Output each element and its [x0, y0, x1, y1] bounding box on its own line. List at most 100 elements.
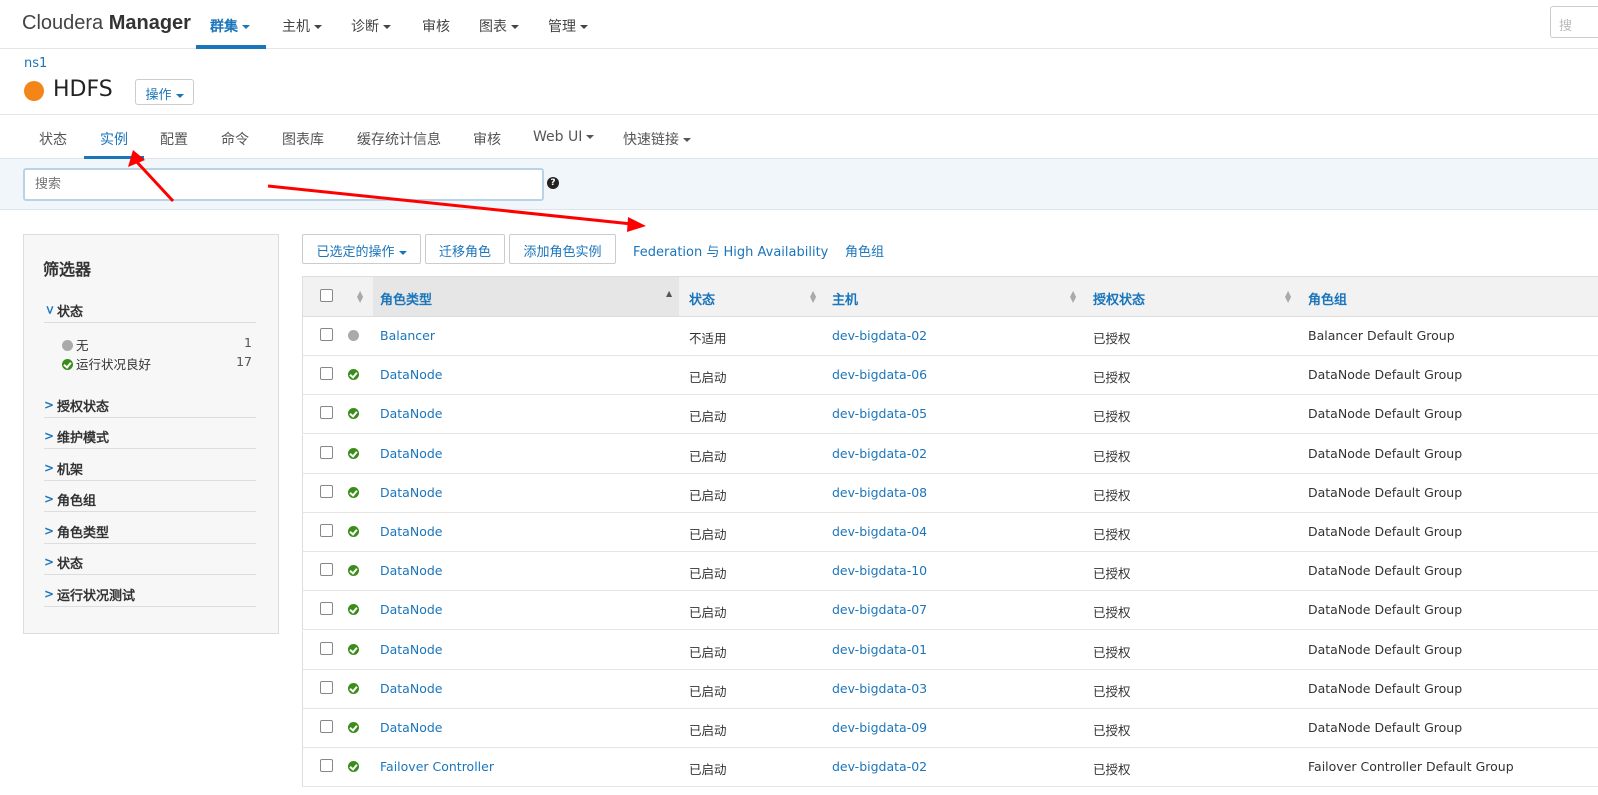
row-checkbox[interactable]	[320, 641, 333, 655]
help-icon[interactable]: ?	[547, 177, 559, 189]
role-type-link[interactable]: DataNode	[380, 406, 442, 421]
filter-section-label: 维护模式	[57, 431, 110, 446]
role-type-link[interactable]: DataNode	[380, 720, 442, 735]
row-checkbox[interactable]	[320, 563, 333, 577]
filter-section-maintenance[interactable]: > 维护模式	[44, 427, 256, 449]
row-checkbox[interactable]	[320, 445, 333, 459]
filter-section-status[interactable]: > 状态	[43, 301, 256, 323]
filter-option-good-health[interactable]: 运行状况良好 17	[62, 354, 252, 372]
host-link[interactable]: dev-bigdata-09	[832, 720, 927, 735]
tab-cache-stats[interactable]: 缓存统计信息	[357, 129, 441, 149]
role-type-link[interactable]: Failover Controller	[380, 759, 494, 774]
column-host[interactable]: 主机	[832, 289, 858, 308]
column-state[interactable]: 状态	[689, 289, 715, 308]
authority-state: 已授权	[1093, 409, 1131, 425]
role-type-link[interactable]: Balancer	[380, 328, 435, 343]
filter-section-authority[interactable]: > 授权状态	[44, 396, 256, 418]
filter-section-rack[interactable]: > 机架	[44, 459, 256, 481]
federation-ha-link[interactable]: Federation 与 High Availability	[633, 241, 828, 260]
row-checkbox[interactable]	[320, 524, 333, 537]
role-type-link[interactable]: DataNode	[380, 602, 442, 617]
filter-section-state[interactable]: > 状态	[44, 553, 256, 575]
nav-charts[interactable]: 图表	[479, 16, 519, 36]
role-state: 已启动	[689, 487, 727, 503]
role-type-link[interactable]: DataNode	[380, 681, 442, 696]
brand-logo[interactable]: Cloudera Manager	[22, 12, 191, 35]
filter-option-none[interactable]: 无 1	[62, 335, 252, 353]
nav-audits[interactable]: 审核	[422, 16, 450, 36]
role-type-link[interactable]: DataNode	[380, 563, 442, 578]
tab-configuration[interactable]: 配置	[160, 129, 188, 149]
row-checkbox[interactable]	[320, 759, 333, 773]
sort-icon[interactable]: ▲ ▼	[357, 290, 363, 304]
nav-clusters[interactable]: 群集	[210, 16, 250, 36]
filter-section-role-type[interactable]: > 角色类型	[44, 522, 256, 544]
sort-asc-icon[interactable]: ▲	[666, 290, 672, 298]
table-row[interactable]: DataNode 已启动 dev-bigdata-07 已授权 DataNode Def…	[302, 591, 1598, 631]
tab-chart-library[interactable]: 图表库	[282, 129, 324, 149]
role-type-link[interactable]: DataNode	[380, 446, 442, 461]
row-checkbox[interactable]	[320, 720, 333, 733]
filter-section-role-group[interactable]: > 角色组	[44, 490, 256, 512]
row-checkbox[interactable]	[320, 680, 333, 694]
table-row[interactable]: DataNode 已启动 dev-bigdata-10 已授权 DataNode Def…	[302, 552, 1598, 592]
host-link[interactable]: dev-bigdata-07	[832, 602, 927, 617]
host-link[interactable]: dev-bigdata-01	[832, 642, 927, 657]
host-link[interactable]: dev-bigdata-05	[832, 406, 927, 421]
tab-audits[interactable]: 审核	[473, 129, 501, 149]
column-role-group[interactable]: 角色组	[1308, 289, 1347, 308]
table-row[interactable]: DataNode 已启动 dev-bigdata-01 已授权 DataNode Def…	[302, 630, 1598, 670]
host-link[interactable]: dev-bigdata-02	[832, 328, 927, 343]
add-role-instances-button[interactable]: 添加角色实例	[509, 234, 616, 264]
tab-quick-links[interactable]: 快速链接	[623, 129, 691, 149]
actions-dropdown-button[interactable]: 操作	[135, 79, 194, 105]
column-authority-state[interactable]: 授权状态	[1093, 289, 1145, 308]
table-row[interactable]: Failover Controller 已启动 dev-bigdata-02 已授权 F…	[302, 748, 1598, 788]
row-checkbox[interactable]	[320, 484, 333, 498]
breadcrumb-ns1[interactable]: ns1	[24, 56, 47, 71]
table-row[interactable]: Balancer 不适用 dev-bigdata-02 已授权 Balancer Def…	[302, 317, 1598, 356]
search-input[interactable]	[23, 168, 544, 201]
table-row[interactable]: DataNode 已启动 dev-bigdata-04 已授权 DataNode Def…	[302, 513, 1598, 552]
role-type-link[interactable]: DataNode	[380, 485, 442, 500]
table-row[interactable]: DataNode 已启动 dev-bigdata-09 已授权 DataNode Def…	[302, 709, 1598, 748]
row-checkbox[interactable]	[320, 367, 333, 381]
tab-commands[interactable]: 命令	[221, 129, 249, 149]
role-type-link[interactable]: DataNode	[380, 642, 442, 657]
select-all-checkbox[interactable]	[320, 289, 333, 302]
role-type-link[interactable]: DataNode	[380, 524, 442, 539]
table-row[interactable]: DataNode 已启动 dev-bigdata-02 已授权 DataNode Def…	[302, 434, 1598, 474]
nav-diagnostics[interactable]: 诊断	[351, 16, 391, 36]
nav-admin[interactable]: 管理	[548, 16, 588, 36]
host-link[interactable]: dev-bigdata-04	[832, 524, 927, 539]
host-link[interactable]: dev-bigdata-10	[832, 563, 927, 578]
sort-icon[interactable]: ▲ ▼	[1070, 290, 1076, 304]
authority-state: 已授权	[1093, 723, 1131, 738]
column-role-type[interactable]: 角色类型	[380, 289, 432, 308]
host-link[interactable]: dev-bigdata-02	[832, 446, 927, 461]
filter-section-health-tests[interactable]: > 运行状况测试	[44, 585, 256, 607]
host-link[interactable]: dev-bigdata-02	[832, 759, 927, 774]
table-row[interactable]: DataNode 已启动 dev-bigdata-08 已授权 DataNode Def…	[302, 473, 1598, 513]
table-row[interactable]: DataNode 已启动 dev-bigdata-06 已授权 DataNode Def…	[302, 356, 1598, 396]
nav-hosts[interactable]: 主机	[282, 16, 322, 36]
role-groups-link[interactable]: 角色组	[845, 241, 884, 260]
tab-status[interactable]: 状态	[39, 129, 67, 149]
host-link[interactable]: dev-bigdata-08	[832, 485, 927, 500]
role-type-link[interactable]: DataNode	[380, 367, 442, 382]
table-row[interactable]: DataNode 已启动 dev-bigdata-03 已授权 DataNode Def…	[302, 669, 1598, 709]
tab-instances[interactable]: 实例	[100, 129, 128, 149]
host-link[interactable]: dev-bigdata-03	[832, 681, 927, 696]
migrate-roles-button[interactable]: 迁移角色	[425, 234, 505, 264]
role-group: DataNode Default Group	[1308, 524, 1463, 539]
tab-web-ui[interactable]: Web UI	[533, 129, 595, 145]
sort-icon[interactable]: ▲ ▼	[810, 290, 816, 304]
row-checkbox[interactable]	[320, 406, 333, 420]
host-link[interactable]: dev-bigdata-06	[832, 367, 927, 382]
row-checkbox[interactable]	[320, 328, 333, 341]
selected-actions-button[interactable]: 已选定的操作	[302, 234, 421, 264]
table-row[interactable]: DataNode 已启动 dev-bigdata-05 已授权 DataNode Def…	[302, 395, 1598, 435]
sort-icon[interactable]: ▲ ▼	[1285, 290, 1291, 304]
global-search-input[interactable]: 搜	[1550, 6, 1598, 38]
row-checkbox[interactable]	[320, 602, 333, 616]
